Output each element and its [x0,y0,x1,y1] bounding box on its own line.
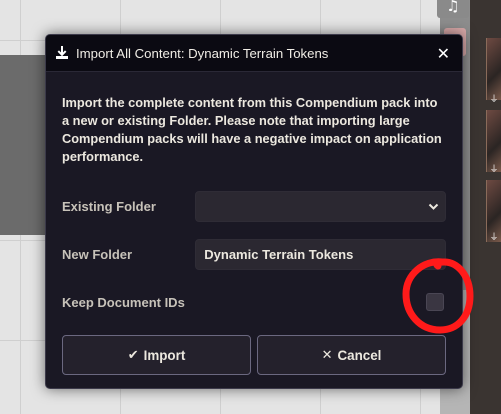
chevron-down-icon [428,203,439,210]
import-button[interactable]: ✔ Import [62,335,251,375]
music-icon[interactable]: ♫ [437,0,469,18]
download-icon [56,46,68,59]
keep-ids-label: Keep Document IDs [62,294,185,310]
token-thumbnail[interactable] [486,38,501,100]
new-folder-row: New Folder [62,238,446,270]
dialog-buttons: ✔ Import ✕ Cancel [62,335,446,375]
dialog-header[interactable]: Import All Content: Dynamic Terrain Toke… [46,35,462,72]
plug-icon: ⏚ [489,94,499,104]
dialog-title: Import All Content: Dynamic Terrain Toke… [76,45,329,61]
keep-ids-checkbox[interactable] [426,293,444,311]
cancel-button[interactable]: ✕ Cancel [257,335,446,375]
close-icon[interactable]: ✕ [437,44,450,63]
keep-ids-row: Keep Document IDs [62,286,446,318]
cancel-button-label: Cancel [337,347,382,363]
existing-folder-label: Existing Folder [62,198,156,214]
plug-icon: ⏚ [489,164,499,174]
existing-folder-row: Existing Folder [62,190,446,222]
check-icon: ✔ [127,347,139,363]
new-folder-label: New Folder [62,246,133,262]
dialog-description: Import the complete content from this Co… [62,95,442,164]
plug-icon: ⏚ [489,232,499,242]
new-folder-input[interactable] [195,238,446,270]
import-dialog: Import All Content: Dynamic Terrain Toke… [45,34,463,389]
existing-folder-select[interactable] [195,190,446,222]
import-button-label: Import [143,347,186,363]
token-thumbnail[interactable] [486,110,501,172]
cancel-x-icon: ✕ [321,347,333,363]
dialog-body: Import the complete content from this Co… [46,72,462,375]
